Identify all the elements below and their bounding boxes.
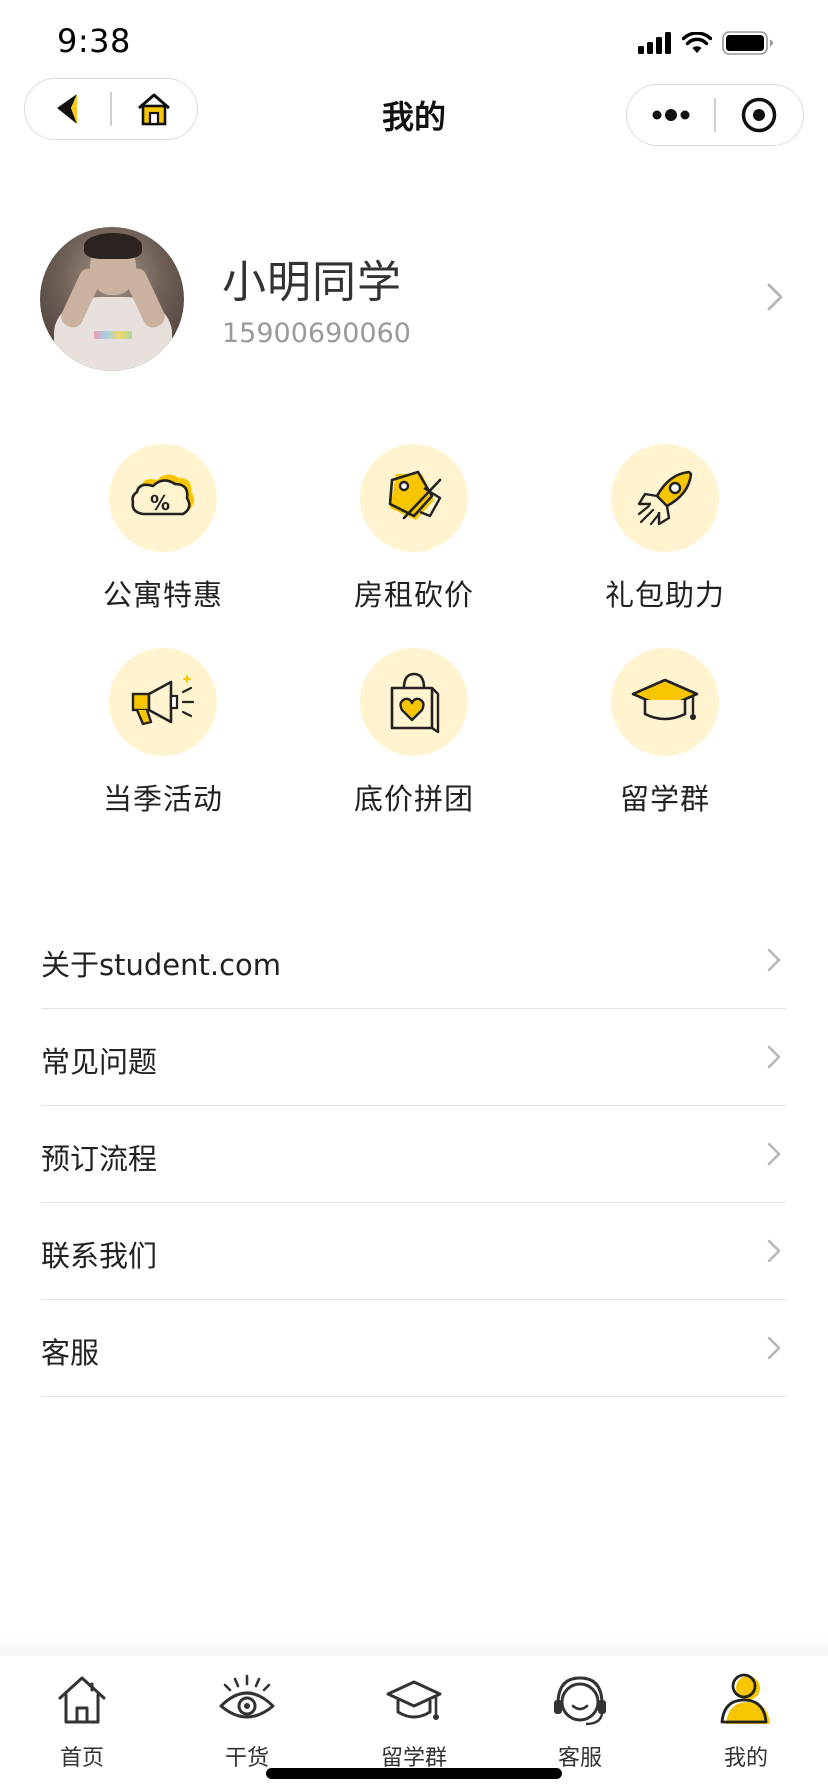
price-tag-cut-icon — [388, 470, 442, 520]
tab-bar-shadow — [0, 1636, 828, 1656]
feature-study-abroad-group[interactable]: 留学群 — [565, 648, 765, 828]
feature-icon-circle — [611, 648, 719, 756]
cellular-signal-icon — [638, 32, 671, 54]
tab-icon-wrap — [217, 1670, 277, 1730]
status-bar: 9:38 — [0, 0, 828, 80]
chevron-right-icon — [767, 283, 783, 311]
menu-item-about[interactable]: 关于student.com — [41, 912, 786, 1009]
chevron-right-icon — [767, 1336, 781, 1360]
feature-rent-bargain[interactable]: 房租砍价 — [314, 444, 514, 624]
feature-seasonal-events[interactable]: 当季活动 — [63, 648, 263, 828]
feature-icon-circle: % — [109, 444, 217, 552]
headset-icon — [554, 1676, 606, 1726]
wifi-icon — [682, 32, 712, 53]
feature-label: 留学群 — [619, 782, 710, 816]
menu-item-label: 联系我们 — [41, 1239, 158, 1273]
shopping-bag-heart-icon — [390, 672, 440, 734]
settings-list: 关于student.com 常见问题 预订流程 联系我们 客服 — [41, 912, 786, 1397]
feature-label: 当季活动 — [102, 782, 223, 816]
chevron-right-icon — [767, 948, 781, 972]
avatar — [40, 227, 184, 371]
graduation-cap-icon — [386, 1680, 442, 1720]
feature-apartment-deals[interactable]: % 公寓特惠 — [63, 444, 263, 624]
tab-articles[interactable]: 干货 — [187, 1670, 307, 1772]
target-circle-icon — [742, 97, 777, 133]
profile-header[interactable]: 小明同学 15900690060 — [0, 222, 828, 372]
tab-home[interactable]: 首页 — [22, 1670, 142, 1772]
close-miniprogram-button[interactable] — [716, 85, 803, 145]
menu-item-booking-process[interactable]: 预订流程 — [41, 1106, 786, 1203]
tab-icon-wrap — [52, 1670, 112, 1730]
feature-group-buy[interactable]: 底价拼团 — [314, 648, 514, 828]
coupon-percent-icon: % — [131, 474, 195, 516]
feature-icon-circle — [360, 648, 468, 756]
eye-icon — [219, 1674, 275, 1719]
tab-study-group[interactable]: 留学群 — [354, 1670, 474, 1772]
graduation-cap-icon — [631, 678, 699, 721]
tab-customer-service[interactable]: 客服 — [520, 1670, 640, 1772]
megaphone-icon — [131, 675, 195, 726]
chevron-right-icon — [767, 1239, 781, 1263]
feature-icon-circle — [360, 444, 468, 552]
user-phone: 15900690060 — [222, 318, 411, 349]
feature-icon-circle — [109, 648, 217, 756]
status-icons — [638, 30, 774, 56]
feature-label: 底价拼团 — [353, 782, 474, 816]
nav-bar: 我的 — [0, 74, 828, 158]
menu-item-contact-us[interactable]: 联系我们 — [41, 1203, 786, 1300]
feature-label: 礼包助力 — [604, 578, 725, 612]
menu-item-label: 关于student.com — [41, 948, 282, 982]
menu-item-label: 客服 — [41, 1336, 100, 1370]
tab-icon-wrap — [550, 1670, 610, 1730]
user-name: 小明同学 — [222, 257, 402, 308]
menu-item-customer-service[interactable]: 客服 — [41, 1300, 786, 1397]
chevron-right-icon — [767, 1045, 781, 1069]
feature-gift-boost[interactable]: 礼包助力 — [565, 444, 765, 624]
avatar-shirt-print — [94, 331, 132, 339]
home-indicator — [266, 1768, 562, 1779]
feature-icon-circle — [611, 444, 719, 552]
chevron-right-icon — [767, 1142, 781, 1166]
feature-label: 公寓特惠 — [102, 578, 223, 612]
tab-label: 我的 — [723, 1746, 768, 1771]
more-menu-button[interactable] — [627, 85, 714, 145]
feature-label: 房租砍价 — [353, 578, 474, 612]
menu-item-faq[interactable]: 常见问题 — [41, 1009, 786, 1106]
menu-item-label: 预订流程 — [41, 1142, 158, 1176]
status-time: 9:38 — [57, 22, 131, 60]
tab-icon-wrap — [384, 1670, 444, 1730]
user-icon — [720, 1673, 770, 1724]
svg-text:%: % — [150, 491, 170, 515]
battery-icon — [722, 31, 773, 55]
tab-label: 首页 — [59, 1746, 104, 1771]
home-icon — [58, 1676, 106, 1724]
avatar-hair — [84, 233, 142, 259]
tab-me[interactable]: 我的 — [686, 1670, 806, 1772]
nav-capsule-right — [626, 84, 804, 146]
more-dots-icon — [652, 109, 690, 121]
menu-item-label: 常见问题 — [41, 1045, 158, 1079]
rocket-icon — [637, 470, 693, 526]
tab-icon-wrap — [716, 1670, 776, 1730]
